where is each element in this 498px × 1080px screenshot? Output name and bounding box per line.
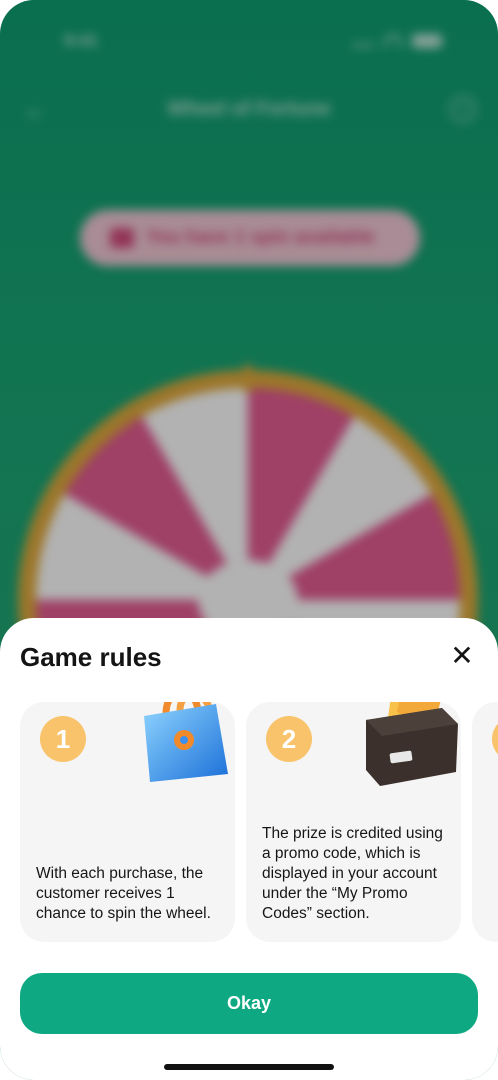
sheet-title: Game rules	[20, 642, 162, 672]
rules-carousel[interactable]: 1 With each purchase, the customer recei…	[20, 702, 498, 942]
close-icon[interactable]: ✕	[448, 642, 476, 670]
rule-card-text: With each purchase, the customer receive…	[36, 865, 211, 922]
rule-card-2: 2 The prize is credited using a promo co…	[246, 702, 461, 942]
phone-screen: 9:41 ← Wheel of Fortune ? You have 1 spi…	[0, 0, 498, 1080]
game-rules-sheet: Game rules ✕ 1 With each purchase, the c…	[0, 618, 498, 1080]
rule-number-badge: 3	[492, 716, 498, 762]
home-indicator	[164, 1064, 334, 1070]
rule-number-badge: 2	[266, 716, 312, 762]
file-drawer-icon	[366, 702, 458, 786]
rule-card-3: 3	[472, 702, 498, 942]
rule-card-1: 1 With each purchase, the customer recei…	[20, 702, 235, 942]
shopping-bag-icon	[144, 702, 228, 782]
okay-button[interactable]: Okay	[20, 973, 478, 1034]
rule-number-badge: 1	[40, 716, 86, 762]
rule-card-text: The prize is credited using a promo code…	[262, 825, 443, 922]
